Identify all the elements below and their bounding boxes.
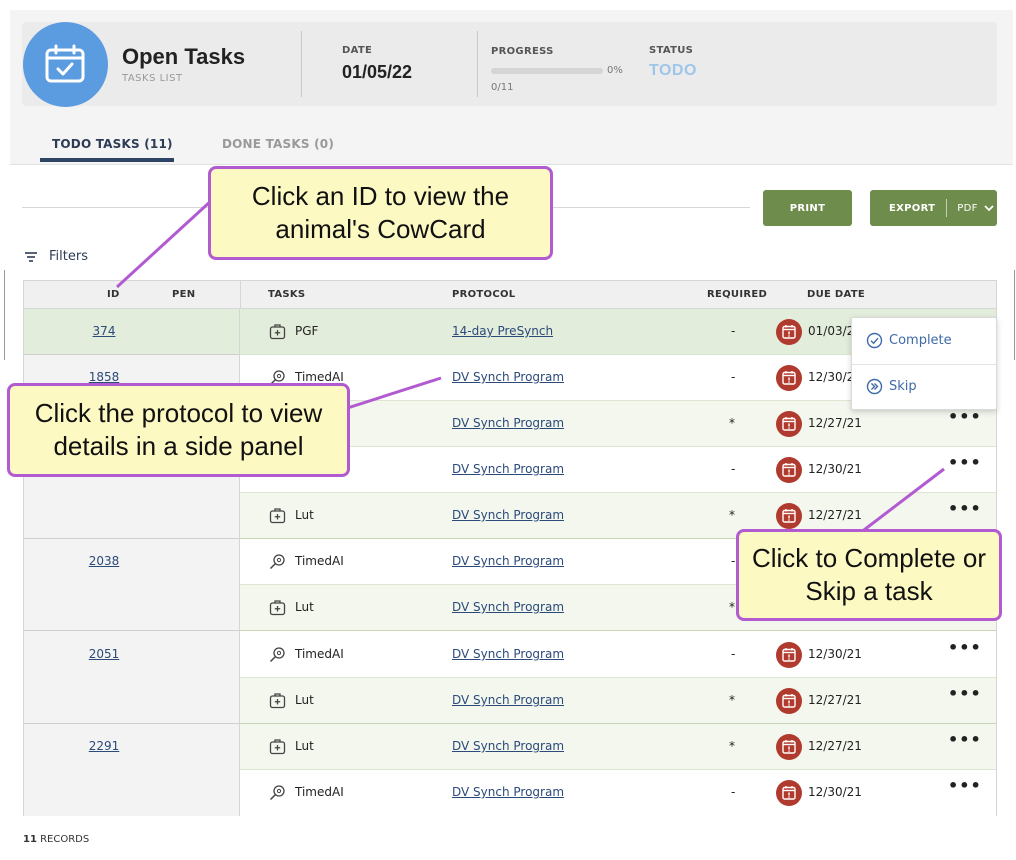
callout-id-help: Click an ID to view the animal's CowCard	[208, 166, 553, 260]
callout-pointer-id	[115, 198, 214, 289]
records-label: RECORDS	[40, 834, 90, 845]
callout-protocol-help: Click the protocol to view details in a …	[7, 383, 350, 477]
callout-pointer-complete	[859, 467, 945, 535]
records-number: 11	[23, 834, 37, 845]
callout-complete-help: Click to Complete or Skip a task	[736, 529, 1002, 621]
records-count: 11 RECORDS	[23, 834, 89, 845]
